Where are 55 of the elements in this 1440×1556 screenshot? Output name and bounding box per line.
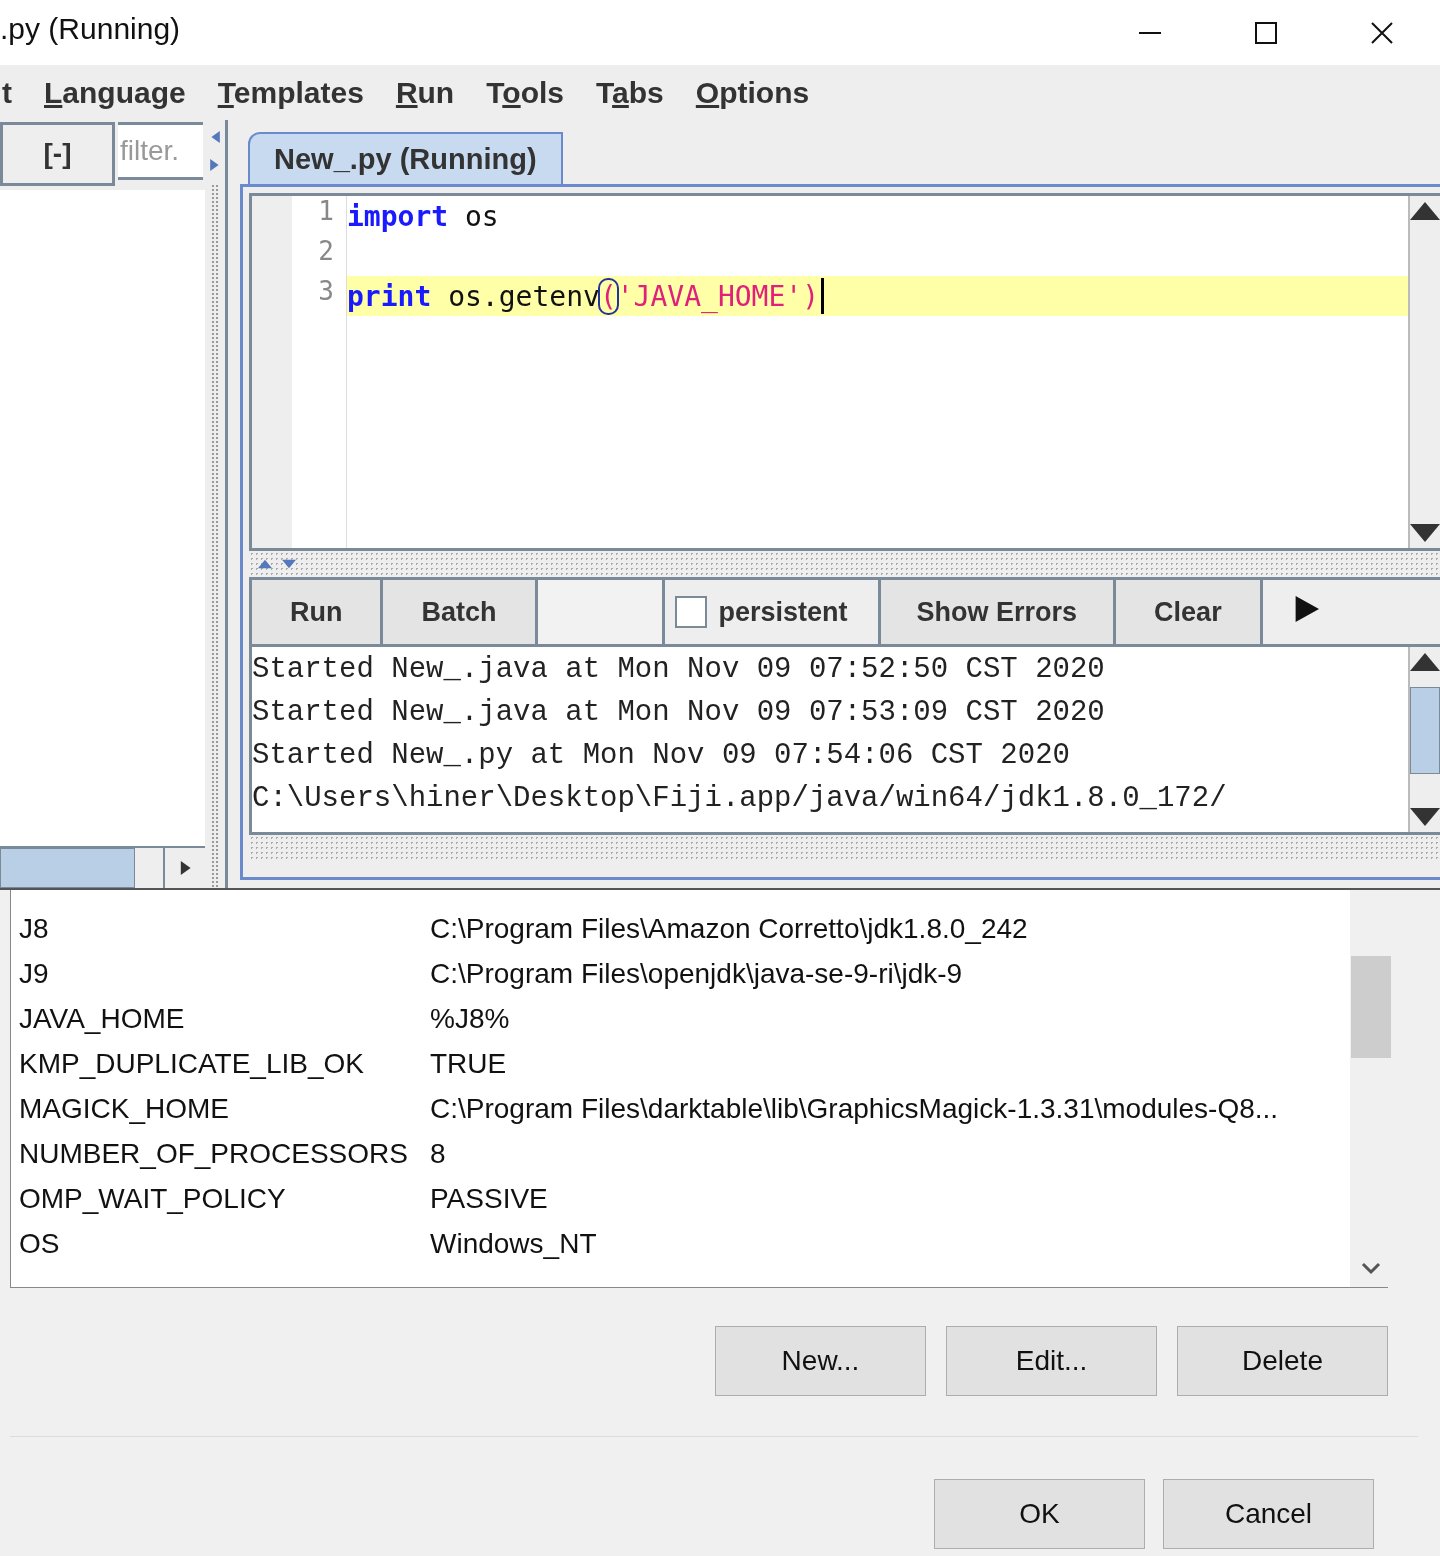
- toolbar-button[interactable]: Show Errors: [880, 580, 1117, 644]
- menu-item[interactable]: Run: [395, 75, 455, 110]
- dialog-button[interactable]: Cancel: [1163, 1479, 1374, 1549]
- window-title: .py (Running): [0, 11, 182, 46]
- table-cell-text: J9: [19, 957, 50, 990]
- line-number: 2: [317, 236, 335, 268]
- table-action-button[interactable]: Edit...: [946, 1326, 1157, 1396]
- table-cell-text: NUMBER_OF_PROCESSORS: [19, 1137, 409, 1170]
- filter-field[interactable]: filter.: [118, 122, 203, 180]
- right-arrow-icon[interactable]: [178, 861, 192, 875]
- toolbar-button[interactable]: Run: [252, 580, 384, 644]
- collapse-button[interactable]: [-]: [0, 122, 115, 186]
- code-line: import os: [347, 198, 500, 235]
- menu-item[interactable]: Options: [695, 75, 810, 110]
- scrollbar-thumb[interactable]: [0, 848, 135, 888]
- scrollbar-thumb[interactable]: [1410, 687, 1440, 774]
- toolbar-button[interactable]: Batch: [383, 580, 538, 644]
- checkbox[interactable]: [674, 596, 707, 628]
- output-line: Started New_.py at Mon Nov 09 07:54:06 CST 2020: [252, 739, 1071, 774]
- output-line: Started New_.java at Mon Nov 09 07:53:09 CST 2020: [252, 696, 1106, 731]
- table-cell-text: C:\Program Files\openjdk\java-se-9-ri\jdk-9: [430, 957, 964, 990]
- output-line: Started New_.java at Mon Nov 09 07:52:50 CST 2020: [252, 653, 1106, 688]
- table-cell-text: OMP_WAIT_POLICY: [19, 1182, 287, 1215]
- table-cell-text: KMP_DUPLICATE_LIB_OK: [19, 1047, 365, 1080]
- toolbar-button[interactable]: Clear: [1116, 580, 1263, 644]
- menu-item[interactable]: Templates: [217, 75, 364, 110]
- table-action-button[interactable]: Delete: [1177, 1326, 1388, 1396]
- table-cell-text: %J8%: [430, 1002, 511, 1035]
- table-cell-text: JAVA_HOME: [19, 1002, 186, 1035]
- table-cell-text: OS: [19, 1227, 61, 1260]
- menu-item[interactable]: Language: [44, 75, 186, 110]
- scrollbar-thumb[interactable]: [1351, 956, 1391, 1058]
- table-cell-text: 8: [430, 1137, 447, 1170]
- left-arrow-icon[interactable]: [209, 128, 221, 146]
- maximize-icon: [1255, 21, 1277, 44]
- line-number: 1: [317, 196, 335, 228]
- line-number: 3: [317, 276, 335, 308]
- table-cell-text: MAGICK_HOME: [19, 1092, 231, 1125]
- table-cell-text: C:\Program Files\darktable\lib\GraphicsMagick-1.3.31\modules-Q8...: [430, 1092, 1280, 1125]
- dialog-button[interactable]: OK: [934, 1479, 1145, 1549]
- table-cell-text: C:\Program Files\Amazon Corretto\jdk1.8.0_242: [430, 912, 1029, 945]
- menu-item[interactable]: t: [2, 75, 12, 110]
- table-action-button[interactable]: New...: [715, 1326, 926, 1396]
- editor-tab[interactable]: New_.py (Running): [248, 132, 563, 184]
- menu-item[interactable]: Tabs: [596, 75, 664, 110]
- table-cell-text: Windows_NT: [430, 1227, 598, 1260]
- minimize-icon: [1139, 31, 1161, 34]
- table-cell-text: J8: [19, 912, 50, 945]
- close-icon: [1371, 21, 1393, 44]
- table-cell-text: PASSIVE: [430, 1182, 549, 1215]
- scroll-down-icon[interactable]: [1361, 1261, 1381, 1275]
- output-line: C:\Users\hiner\Desktop\Fiji.app/java/win64/jdk1.8.0_172/: [252, 782, 1228, 817]
- menu-item[interactable]: Tools: [486, 75, 564, 110]
- checkbox-label[interactable]: persistent: [718, 596, 848, 628]
- table-cell-text: TRUE: [430, 1047, 508, 1080]
